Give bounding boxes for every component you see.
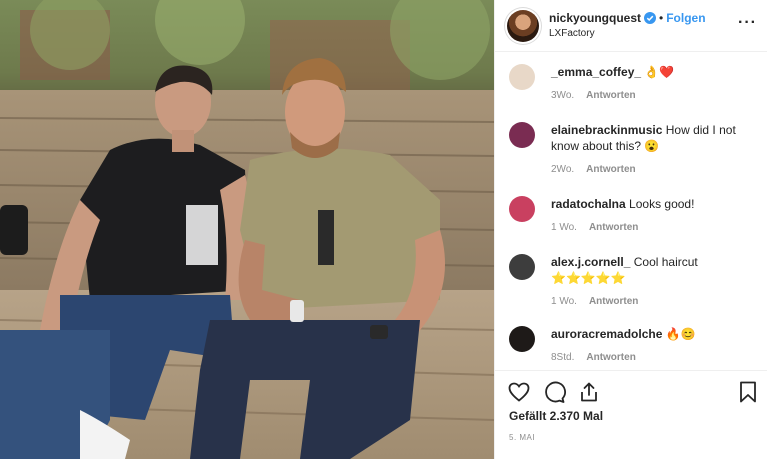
separator-dot: • bbox=[659, 10, 664, 25]
comment-meta: 2Wo. Antworten bbox=[551, 162, 758, 178]
comment-text: 🔥😊 bbox=[665, 327, 696, 341]
comment-avatar[interactable] bbox=[509, 254, 535, 280]
post-date: 5. MAI bbox=[509, 433, 536, 442]
comments-list: _emma_coffey_ 👌❤️ 3Wo. Antworten elainebr… bbox=[495, 52, 767, 370]
comment-time: 3Wo. bbox=[551, 90, 575, 101]
comment-time: 1 Wo. bbox=[551, 222, 577, 233]
comment-username[interactable]: auroracremadolche bbox=[551, 327, 662, 341]
comment-avatar[interactable] bbox=[509, 326, 535, 352]
reply-button[interactable]: Antworten bbox=[589, 296, 638, 307]
comment-body: auroracremadolche 🔥😊 8Std. Antworten bbox=[551, 326, 758, 366]
comment-icon[interactable] bbox=[542, 380, 566, 404]
action-icons bbox=[507, 380, 601, 404]
comment-body: elainebrackinmusic How did I not know ab… bbox=[551, 122, 758, 178]
post-photo[interactable] bbox=[0, 0, 494, 459]
comment-time: 2Wo. bbox=[551, 164, 575, 175]
more-icon[interactable]: ··· bbox=[738, 14, 757, 32]
comment-time: 1 Wo. bbox=[551, 296, 577, 307]
comment-username[interactable]: alex.j.cornell_ bbox=[551, 255, 630, 269]
comment-text: 👌❤️ bbox=[644, 65, 675, 79]
heart-icon[interactable] bbox=[507, 380, 531, 404]
comment-avatar[interactable] bbox=[509, 196, 535, 222]
reply-button[interactable]: Antworten bbox=[589, 222, 638, 233]
author-username[interactable]: nickyoungquest bbox=[549, 11, 641, 25]
comment-username[interactable]: _emma_coffey_ bbox=[551, 65, 641, 79]
comment-body: alex.j.cornell_ Cool haircut ⭐⭐⭐⭐⭐ 1 Wo.… bbox=[551, 254, 758, 310]
post-photo-image bbox=[0, 0, 494, 459]
location-link[interactable]: LXFactory bbox=[549, 27, 738, 41]
comment-time: 8Std. bbox=[551, 352, 575, 363]
bookmark-icon[interactable] bbox=[736, 380, 760, 409]
comment-meta: 8Std. Antworten bbox=[551, 350, 758, 366]
comment-username[interactable]: radatochalna bbox=[551, 197, 626, 211]
comment-meta: 3Wo. Antworten bbox=[551, 88, 758, 104]
comment-meta: 1 Wo. Antworten bbox=[551, 294, 758, 310]
author-avatar[interactable] bbox=[507, 9, 539, 42]
comment-avatar[interactable] bbox=[509, 64, 535, 90]
comment-text: Looks good! bbox=[629, 197, 695, 211]
comment-avatar[interactable] bbox=[509, 122, 535, 148]
comment-body: _emma_coffey_ 👌❤️ 3Wo. Antworten bbox=[551, 64, 758, 104]
comment-username[interactable]: elainebrackinmusic bbox=[551, 123, 662, 137]
reply-button[interactable]: Antworten bbox=[586, 164, 635, 175]
verified-icon bbox=[644, 11, 657, 27]
comment-body: radatochalna Looks good! 1 Wo. Antworten bbox=[551, 196, 758, 236]
likes-count[interactable]: Gefällt 2.370 Mal bbox=[509, 409, 603, 423]
reply-button[interactable]: Antworten bbox=[586, 352, 635, 363]
post-actions: Gefällt 2.370 Mal 5. MAI bbox=[495, 370, 767, 459]
post-sidebar: nickyoungquest • Folgen LXFactory ··· _emm… bbox=[494, 0, 767, 459]
post-header: nickyoungquest • Folgen LXFactory ··· bbox=[495, 0, 767, 52]
author-info: nickyoungquest • Folgen LXFactory bbox=[549, 11, 738, 41]
instagram-post-modal: nickyoungquest • Folgen LXFactory ··· _emm… bbox=[0, 0, 767, 459]
share-icon[interactable] bbox=[577, 380, 601, 404]
reply-button[interactable]: Antworten bbox=[586, 90, 635, 101]
comment-meta: 1 Wo. Antworten bbox=[551, 220, 758, 236]
follow-button[interactable]: Folgen bbox=[666, 11, 705, 25]
